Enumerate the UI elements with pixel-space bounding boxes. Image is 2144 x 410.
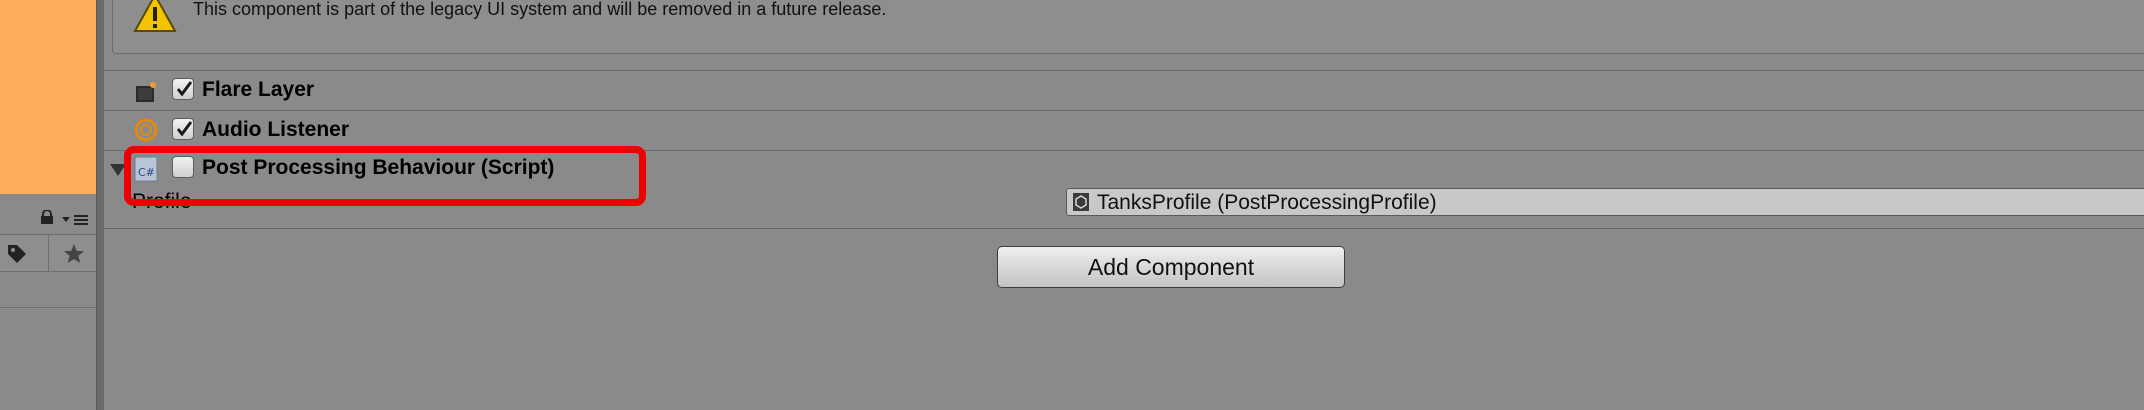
scene-preview[interactable]	[0, 0, 96, 194]
csharp-script-icon: C#	[134, 156, 158, 182]
left-list-row	[0, 271, 96, 308]
divider	[104, 110, 2144, 111]
component-header-audio-listener[interactable]: Audio Listener	[104, 112, 2144, 150]
svg-text:C#: C#	[138, 166, 155, 179]
flare-layer-icon	[134, 80, 158, 104]
component-title: Post Processing Behaviour (Script)	[202, 156, 555, 179]
divider	[104, 150, 2144, 151]
warning-icon	[133, 0, 177, 33]
left-panel	[0, 0, 96, 410]
component-title: Flare Layer	[202, 78, 315, 101]
component-header-flare-layer[interactable]: Flare Layer	[104, 72, 2144, 110]
left-toolbar	[0, 204, 96, 234]
star-icon	[63, 243, 85, 265]
filter-row	[0, 234, 96, 272]
divider	[104, 228, 2144, 229]
add-component-button[interactable]: Add Component	[997, 246, 1345, 288]
profile-object-field[interactable]: TanksProfile (PostProcessingProfile)	[1066, 188, 2144, 216]
profile-value: TanksProfile (PostProcessingProfile)	[1097, 191, 1437, 214]
inspector-panel: This component is part of the legacy UI …	[104, 0, 2144, 410]
unity-asset-icon	[1073, 193, 1089, 211]
lock-icon[interactable]	[40, 209, 54, 224]
component-title: Audio Listener	[202, 118, 350, 141]
divider	[104, 70, 2144, 71]
component-enabled-checkbox[interactable]	[172, 156, 194, 178]
context-menu-icon[interactable]	[62, 213, 90, 225]
warning-text: This component is part of the legacy UI …	[193, 0, 887, 19]
legacy-warning-box: This component is part of the legacy UI …	[112, 0, 2144, 54]
component-enabled-checkbox[interactable]	[172, 118, 194, 140]
tag-icon[interactable]	[6, 243, 28, 265]
audio-listener-icon	[134, 118, 158, 142]
favorites-toggle[interactable]	[48, 235, 97, 271]
component-enabled-checkbox[interactable]	[172, 78, 194, 100]
profile-label: Profile	[132, 190, 192, 213]
component-header-post-processing-behaviour[interactable]: C# Post Processing Behaviour (Script)	[104, 152, 2144, 190]
